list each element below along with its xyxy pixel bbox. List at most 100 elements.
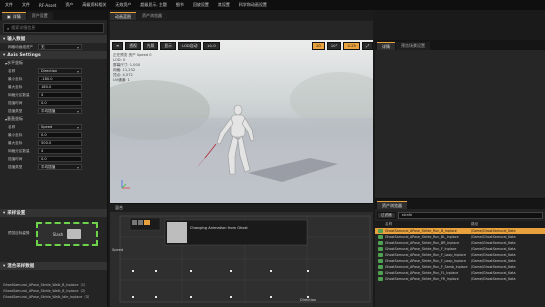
grid-snap-button[interactable]: 10 <box>311 41 325 50</box>
property-row: 最小坐标 0.0 <box>0 131 107 139</box>
section-input-title: 输入数据 <box>7 37 26 42</box>
property-label: 插值时间 <box>8 156 23 161</box>
property-input[interactable]: 500.0 <box>38 140 82 146</box>
property-row: 插值时间 0.0 <box>0 99 107 107</box>
section-input-data[interactable]: ▾ 输入数据 <box>0 35 107 43</box>
tab-asset-settings[interactable]: 资产设置 <box>26 12 53 20</box>
menu-item[interactable]: 科学和动画设置 <box>239 2 267 8</box>
tab-asset-browser[interactable]: 资产浏览器 <box>377 201 407 209</box>
anim-sequence-icon <box>375 271 385 275</box>
property-input[interactable]: 0.0 <box>38 156 82 162</box>
menu-item[interactable]: 高级资料相关 <box>82 2 106 8</box>
asset-path: /Game/GhostSamurai_Kata <box>471 259 516 263</box>
viewport-menu-button[interactable]: ≡ <box>112 41 124 50</box>
chevron-down-icon: ▾ <box>3 36 6 42</box>
property-label: 最大坐标 <box>8 140 23 145</box>
table-row[interactable]: GhostSamurai_APose_Stride_Run_FR_Inplace… <box>375 276 545 282</box>
asset-name: GhostSamurai_APose_Stride_Run_F_Inplace <box>385 247 457 251</box>
menu-item[interactable]: 资产 <box>65 2 73 8</box>
tab-preview-scene[interactable]: 预览场景设置 <box>396 42 430 50</box>
asset-name: GhostSamurai_APose_Stride_Run_B_Inplace <box>385 229 457 233</box>
asset-path: /Game/GhostSamurai_Kata <box>471 271 516 275</box>
lighting-button[interactable]: 光照 <box>142 41 159 50</box>
property-input[interactable]: 180.0 <box>38 84 82 90</box>
property-row: 插值类型 平均插值 <box>0 107 107 115</box>
property-input[interactable]: 0.0 <box>38 100 82 106</box>
property-dropdown[interactable]: Direction <box>38 68 82 74</box>
menu-item[interactable]: 文件 <box>5 2 13 8</box>
preview-pose-text: Slash <box>52 231 64 237</box>
lod-label: LOD自动 <box>181 42 198 48</box>
property-input[interactable]: 0.0 <box>38 132 82 138</box>
asset-name: GhostSamurai_APose_Stride_Run_BL_Inplace <box>385 235 459 239</box>
details-search-field[interactable]: ⌕ 搜索详细信息 <box>3 23 104 33</box>
preview-pose-slot[interactable]: Slash <box>36 222 98 246</box>
filter-label: 过滤器 <box>381 212 392 217</box>
property-row: 插值时间 0.0 <box>0 155 107 163</box>
details-tab-bar: ▣ 详情 资产设置 <box>0 10 107 20</box>
rotate-snap-label: 10° <box>330 43 338 48</box>
asset-name: GhostSamurai_APose_Stride_Run_FR_Inplace <box>385 277 459 281</box>
editor-tab-strip: 动画蓝图 资产浏览器 <box>110 10 373 41</box>
section-anims[interactable]: ▾ 混合采样数据 <box>0 262 107 270</box>
property-label: 插值时间 <box>8 100 23 105</box>
axis-y-title: 垂直坐标 <box>7 116 24 121</box>
tab-details[interactable]: ▣ 详情 <box>2 12 26 20</box>
axis-x-title: 水平坐标 <box>7 60 24 65</box>
menu-item[interactable]: 其设置 <box>218 2 230 8</box>
axis-x-header[interactable]: ▾ 水平坐标 <box>0 59 107 67</box>
asset-browser-tab-bar: 资产浏览器 <box>375 199 545 209</box>
perspective-label: 透视 <box>129 42 137 48</box>
asset-path: /Game/GhostSamurai_Kata <box>471 241 516 245</box>
tab-anim-blueprint[interactable]: 动画蓝图 <box>110 12 136 20</box>
asset-search-input[interactable]: strafe <box>397 211 543 219</box>
asset-name: GhostSamurai_APose_Stride_Run_F_Samb_Inp… <box>385 265 468 269</box>
right-tab-bar: 详情 预览场景设置 <box>375 40 545 50</box>
section-samples[interactable]: ▾ 采样设置 <box>0 209 107 217</box>
menu-icon: ≡ <box>116 43 120 48</box>
property-row: 最大坐标 180.0 <box>0 83 107 91</box>
speed-label: x1.0 <box>207 43 216 48</box>
list-item[interactable]: GhostSamurai_APose_Stride_Walk_Idle_Inpl… <box>0 293 107 299</box>
menu-item[interactable]: 文件 <box>22 2 30 8</box>
section-axis-settings[interactable]: ▾ Axis Settings <box>0 51 107 59</box>
anim-sequence-icon <box>375 253 385 257</box>
preview-label: 预览目标姿势 <box>8 231 30 235</box>
scale-snap-button[interactable]: 0.25 <box>343 41 360 50</box>
chevron-down-icon: ▾ <box>3 263 6 269</box>
menu-item[interactable]: 细节 <box>176 2 184 8</box>
speed-button[interactable]: x1.0 <box>203 41 220 50</box>
property-input[interactable]: 4 <box>38 148 82 154</box>
property-dropdown[interactable]: Speed <box>38 124 82 130</box>
anim-sequence-icon <box>375 235 385 239</box>
tab-asset-browser-label: 资产浏览器 <box>142 13 162 18</box>
perspective-button[interactable]: 透视 <box>125 41 141 50</box>
menu-item[interactable]: 超级显示, 主题 <box>140 2 167 8</box>
asset-name: GhostSamurai_APose_Stride_Run_FL_Inplace <box>385 271 459 275</box>
property-input[interactable]: -180.0 <box>38 76 82 82</box>
rotate-snap-button[interactable]: 10° <box>326 41 342 50</box>
property-input[interactable]: 4 <box>38 92 82 98</box>
axis-y-header[interactable]: ▾ 垂直坐标 <box>0 115 107 123</box>
menu-item[interactable]: RF-Asset <box>39 3 56 8</box>
details-panel: ▣ 详情 资产设置 ⌕ 搜索详细信息 ▾ 输入数据 网格动画组资产 无 ▾ Ax… <box>0 10 108 307</box>
column-path[interactable]: 路径 <box>471 222 541 227</box>
viewport-info-line: UV通道: 1 <box>113 78 130 82</box>
lod-button[interactable]: LOD自动 <box>177 41 202 50</box>
column-name[interactable]: 名称 <box>385 222 471 227</box>
anim-sequence-icon <box>375 241 385 245</box>
tab-asset-browser-top[interactable]: 资产浏览器 <box>137 12 167 20</box>
maximize-button[interactable]: ⤢ <box>361 41 373 50</box>
anim-sequence-icon <box>375 259 385 263</box>
asset-browser: 资产浏览器 过滤器 strafe 名称 路径 GhostSamurai_APos… <box>375 198 545 307</box>
menu-item[interactable]: 无效资产 <box>115 2 131 8</box>
show-button[interactable]: 显示 <box>160 41 176 50</box>
property-dropdown[interactable]: 平均插值 <box>38 108 82 114</box>
asset-browser-toolbar: 过滤器 strafe <box>377 210 543 220</box>
filter-button[interactable]: 过滤器 <box>377 211 396 219</box>
property-dropdown[interactable]: 无 <box>38 44 82 50</box>
tab-anim-blueprint-label: 动画蓝图 <box>115 13 131 19</box>
tab-right-details[interactable]: 详情 <box>377 42 395 50</box>
property-dropdown[interactable]: 平均插值 <box>38 164 82 170</box>
menu-item[interactable]: 回放设置 <box>193 2 209 8</box>
